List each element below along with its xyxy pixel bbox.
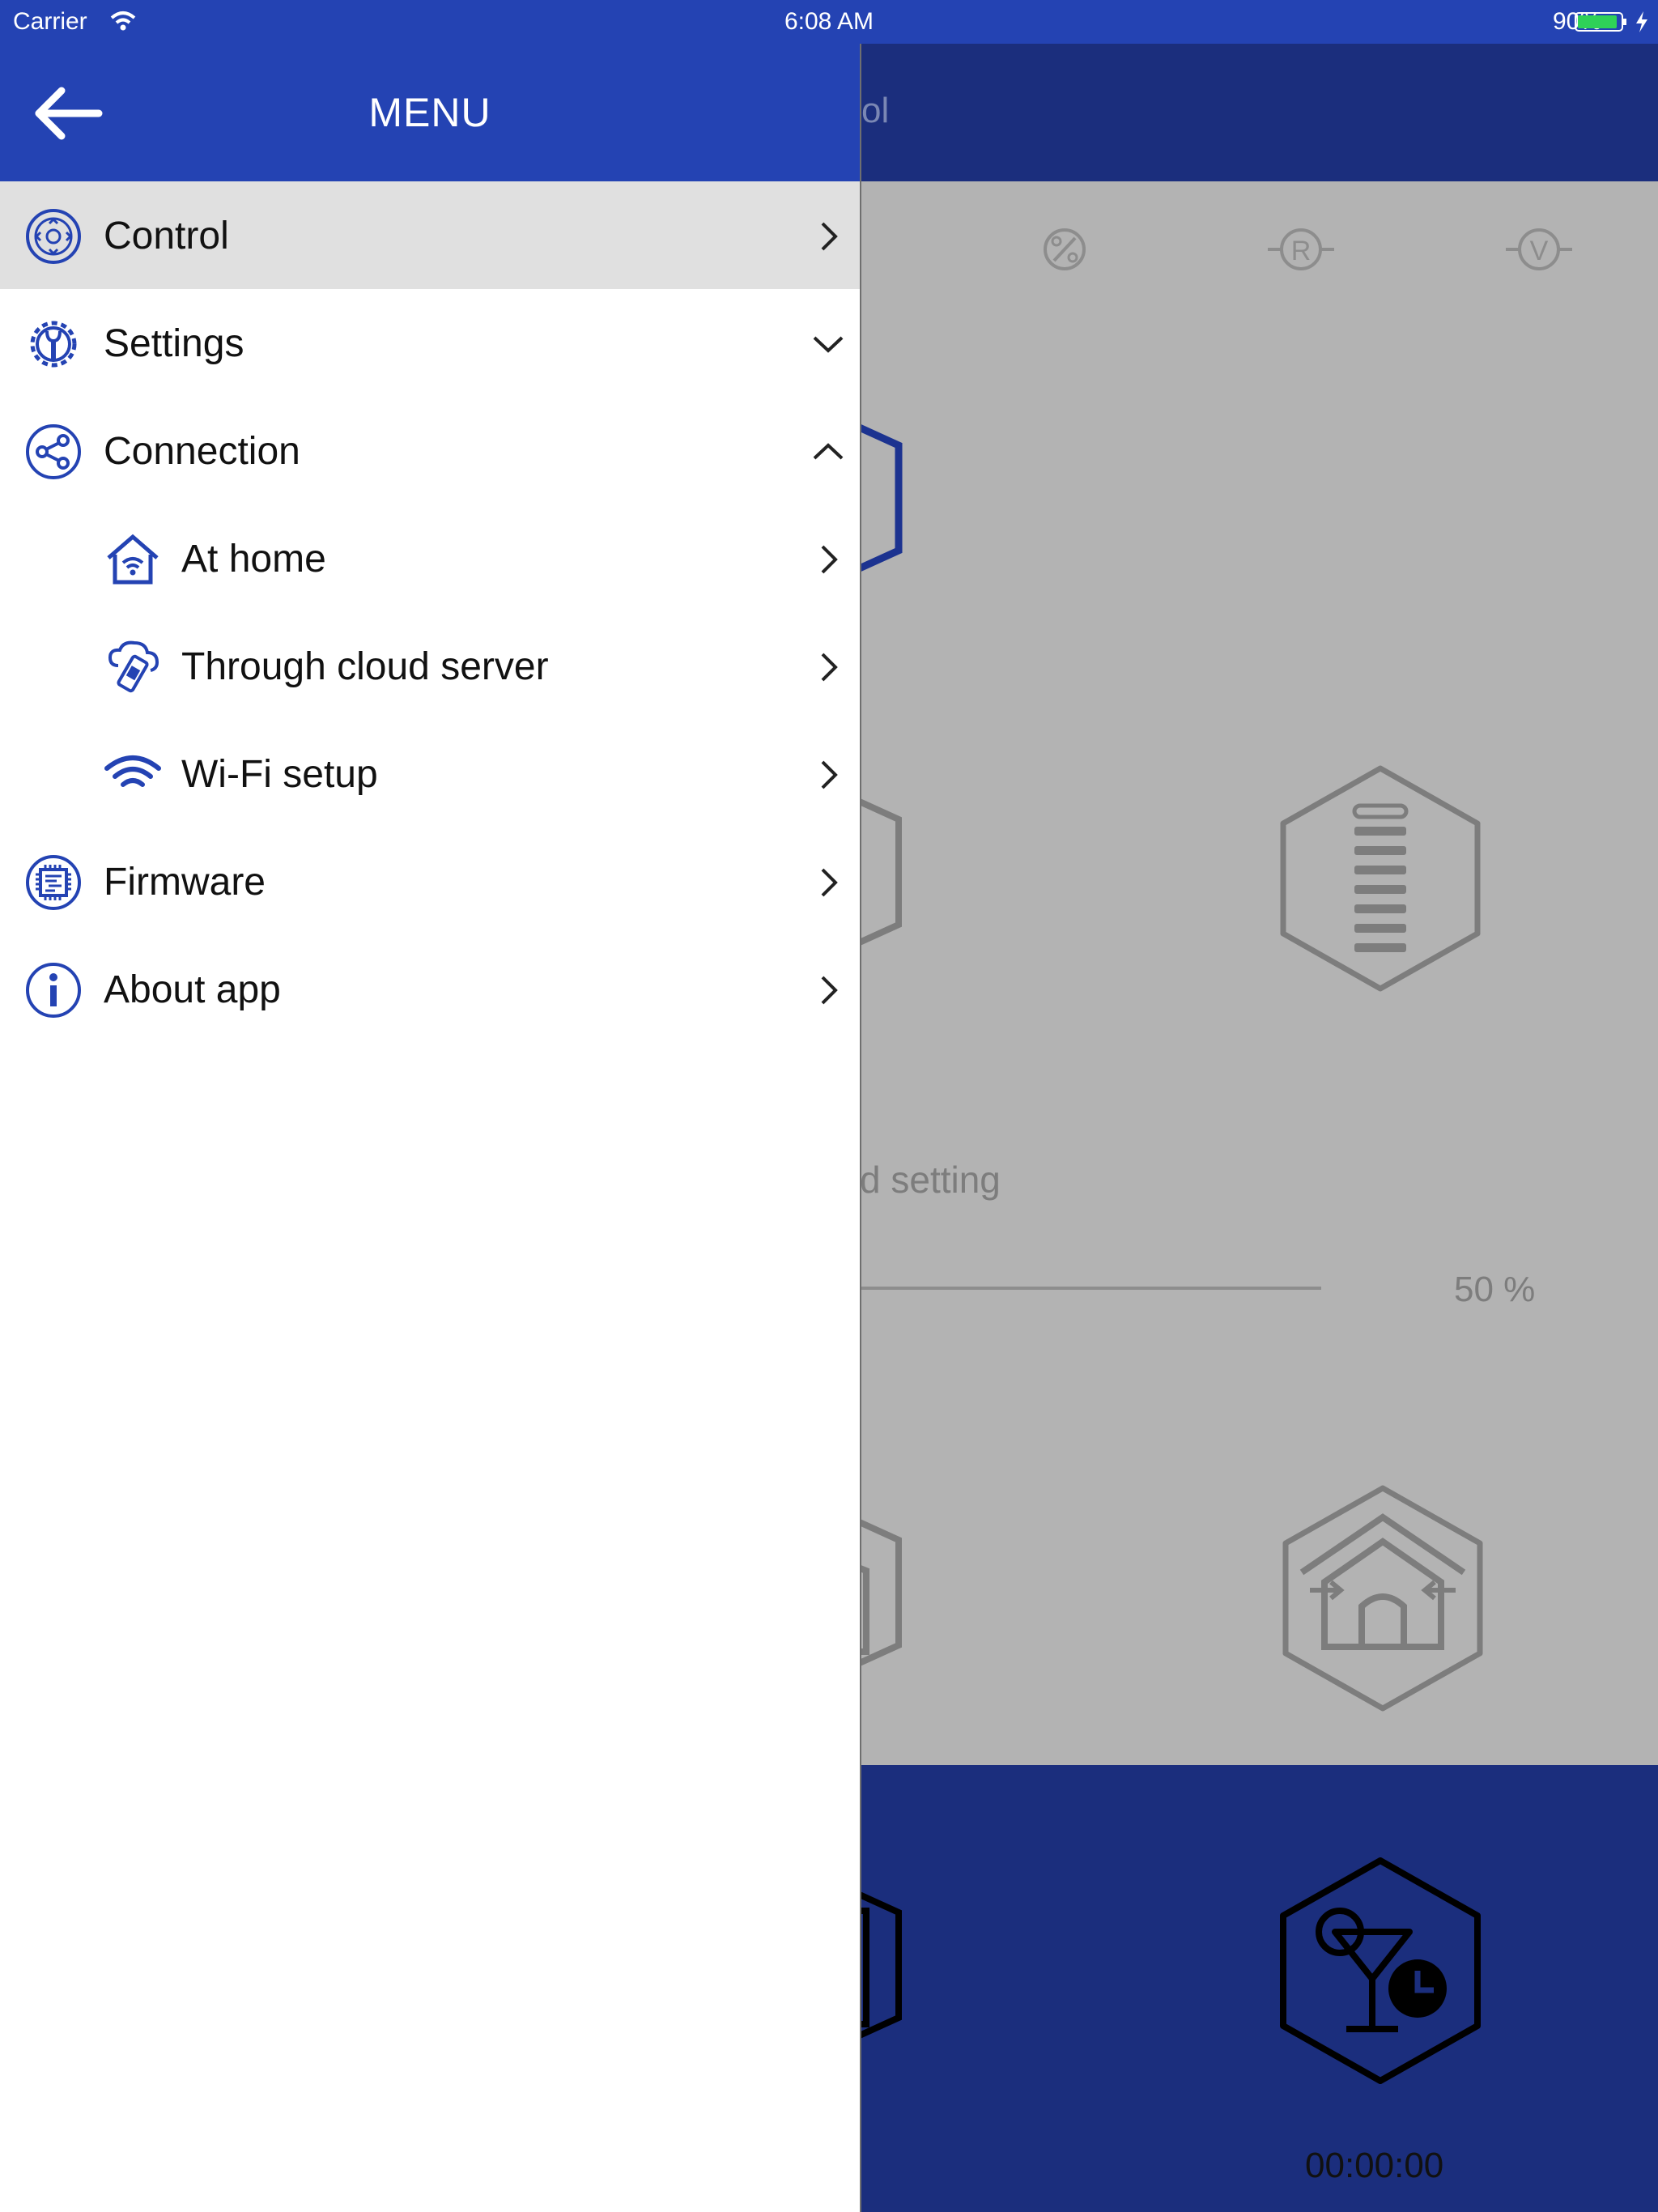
cloud-phone-icon — [108, 640, 159, 693]
info-icon — [26, 963, 81, 1018]
chevron-down-icon — [813, 336, 844, 353]
status-bar: Carrier 6:08 AM 90% — [0, 0, 1658, 44]
clock: 6:08 AM — [784, 8, 874, 35]
menu-item-label: Control — [104, 215, 229, 257]
speed-setting-label: d setting — [860, 1159, 1001, 1201]
menu-item-label: Connection — [104, 430, 300, 473]
control-title: ol — [861, 91, 890, 130]
wifi-icon — [104, 755, 161, 787]
chip-icon — [26, 855, 81, 910]
home-wifi-icon — [107, 534, 159, 585]
menu-item-wifi-setup[interactable]: Wi-Fi setup — [0, 720, 860, 827]
navigation-drawer: MENU Control Settings Connection At home… — [0, 0, 860, 2212]
wrench-gear-icon — [30, 321, 77, 368]
share-icon — [26, 424, 81, 479]
timer-readout: 00:00:00 — [1305, 2146, 1444, 2185]
chevron-right-icon — [821, 976, 838, 1005]
chevron-right-icon — [821, 653, 838, 682]
menu-item-cloud-server[interactable]: Through cloud server — [0, 612, 860, 720]
party-timer-icon[interactable] — [1275, 1857, 1486, 2084]
svg-text:R: R — [1291, 236, 1312, 266]
menu-item-label: Firmware — [104, 861, 266, 904]
speed-value: 50 % — [1454, 1270, 1536, 1309]
menu-item-label: At home — [181, 538, 326, 581]
svg-text:V: V — [1530, 236, 1549, 266]
menu-item-settings[interactable]: Settings — [0, 289, 860, 397]
menu-item-connection[interactable]: Connection — [0, 397, 860, 504]
r-icon[interactable]: R — [1265, 217, 1337, 282]
charging-icon — [1636, 11, 1647, 32]
menu-item-about-app[interactable]: About app — [0, 935, 860, 1043]
control-dpad-icon — [26, 209, 81, 264]
menu-item-control[interactable]: Control — [0, 181, 860, 289]
battery-icon — [1575, 12, 1626, 32]
menu-item-label: Wi-Fi setup — [181, 753, 378, 796]
speed-slider-track[interactable] — [860, 1287, 1321, 1290]
chevron-up-icon — [813, 443, 844, 460]
house-tile-icon[interactable] — [1278, 1485, 1488, 1712]
menu-item-at-home[interactable]: At home — [0, 504, 860, 612]
chevron-right-icon — [821, 868, 838, 897]
chevron-right-icon — [821, 222, 838, 251]
v-icon[interactable]: V — [1503, 217, 1575, 282]
level-bars-icon[interactable] — [1275, 765, 1486, 992]
chevron-right-icon — [821, 760, 838, 789]
drawer-title: MENU — [368, 90, 491, 135]
menu-item-label: Through cloud server — [181, 645, 549, 688]
chevron-right-icon — [821, 545, 838, 574]
percent-icon[interactable] — [1028, 217, 1101, 282]
menu-item-firmware[interactable]: Firmware — [0, 827, 860, 935]
menu-item-label: Settings — [104, 322, 244, 365]
menu-item-label: About app — [104, 968, 281, 1011]
